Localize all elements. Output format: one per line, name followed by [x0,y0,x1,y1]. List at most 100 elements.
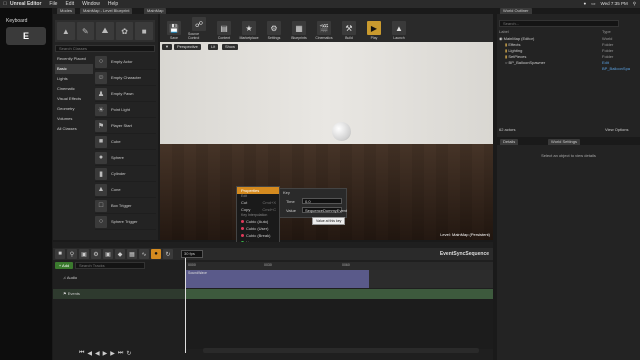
search-tracks-input[interactable]: Search Tracks [75,262,145,269]
sphere-actor[interactable] [332,122,351,141]
curve-icon[interactable]: ∿ [139,249,149,259]
save-icon[interactable]: ■ [55,249,65,259]
step-back-icon[interactable]: ◀ [87,350,92,357]
list-item[interactable]: ⚑ Player Start [95,118,156,134]
clock[interactable]: Wed 7:35 PM [601,1,628,7]
paint-mode-icon[interactable]: ✎ [76,22,95,40]
list-item[interactable]: ▮ Cylinder [95,166,156,182]
clapper-icon: 🎬 [317,21,331,35]
list-item[interactable]: ○ Empty Actor [95,54,156,70]
category-lights[interactable]: Lights [55,74,93,84]
track-audio[interactable]: ♫ Audio [53,273,186,283]
category-all-classes[interactable]: All Classes [55,124,93,134]
menu-help[interactable]: Help [108,1,118,7]
room-wall [160,42,493,144]
settings-button[interactable]: ⚙ Settings [263,21,285,40]
camera-icon[interactable]: ▣ [103,249,113,259]
cinematics-button[interactable]: 🎬 Cinematics [313,21,335,40]
foliage-mode-icon[interactable]: ✿ [115,22,134,40]
horizontal-scrollbar[interactable] [203,348,479,353]
details-empty-message: Select an object to view details [541,153,596,158]
place-mode-icon[interactable]: ▲ [57,22,75,40]
category-cinematic[interactable]: Cinematic [55,84,93,94]
playhead[interactable] [185,258,186,353]
list-item[interactable]: ☺ Empty Character [95,70,156,86]
menu-cut[interactable]: Cut Cmd+X [237,199,279,206]
geometry-mode-icon[interactable]: ■ [135,22,153,40]
search-classes-input[interactable]: Search Classes [55,45,155,52]
add-track-button[interactable]: + Add [55,262,73,269]
menu-properties[interactable]: Properties [237,187,279,194]
list-item[interactable]: ■ Cube [95,134,156,150]
step-forward-icon[interactable]: ▶ [110,350,115,357]
category-visual-effects[interactable]: Visual Effects [55,94,93,104]
build-button[interactable]: ⚒ Build [338,21,360,40]
category-volumes[interactable]: Volumes [55,114,93,124]
time-field[interactable]: 0.0 [302,198,342,204]
jump-end-icon[interactable]: ⏭ [118,350,123,357]
list-item[interactable]: ● Sphere [95,150,156,166]
loop-icon[interactable]: ↻ [163,249,173,259]
list-item[interactable]: ○ Sphere Trigger [95,214,156,230]
menu-window[interactable]: Window [82,1,100,7]
lit-button[interactable]: Lit [208,44,219,50]
category-recently-placed[interactable]: Recently Placed [55,54,93,64]
tab-level-blueprint[interactable]: MainMap - Level Blueprint [80,8,133,14]
loop-icon[interactable]: ↻ [126,350,131,357]
view-options-button[interactable]: View Options [605,127,639,133]
blueprints-button[interactable]: ▦ Blueprints [288,21,310,40]
details-panel: Select an object to view details [497,145,640,360]
battery-icon[interactable]: ▭ [591,1,595,7]
list-item[interactable]: ♟ Empty Pawn [95,86,156,102]
play-reverse-icon[interactable]: ◀ [95,350,100,357]
value-field[interactable]: SequenceDummyEvent [302,207,347,213]
menu-cubic-user[interactable]: Cubic (User) [237,225,279,232]
track-events[interactable]: ⚑ Events [53,289,186,299]
snap-icon[interactable]: ▦ [127,249,137,259]
category-basic[interactable]: Basic [55,64,93,74]
content-button[interactable]: ▤ Content [213,21,235,40]
modes-panel: ▲ ✎ ⛰ ✿ ■ Search Classes Recently Placed… [53,14,158,240]
search-icon[interactable]: ⚲ [633,1,636,7]
list-item[interactable]: ☀ Point Light [95,102,156,118]
list-item[interactable]: ▲ Cone [95,182,156,198]
fps-dropdown[interactable]: 30 fps [181,250,203,258]
play-button[interactable]: ▶ Play [363,21,385,40]
outliner-row[interactable]: ○ BP_BalloonSpawner Edit BP_BalloonSpa [499,60,638,71]
character-icon: ☺ [95,71,107,84]
menu-file[interactable]: File [49,1,57,7]
launch-button[interactable]: ▲ Launch [388,21,410,40]
menu-edit[interactable]: Edit [65,1,74,7]
jump-start-icon[interactable]: ⏮ [79,350,84,357]
find-icon[interactable]: ⚲ [67,249,77,259]
wifi-icon[interactable]: ● [584,1,587,7]
perspective-button[interactable]: Perspective [174,44,201,50]
list-item[interactable]: □ Box Trigger [95,198,156,214]
landscape-mode-icon[interactable]: ⛰ [96,22,114,40]
cylinder-icon: ▮ [95,167,107,180]
menu-copy[interactable]: Copy Cmd+C [237,206,279,213]
show-button[interactable]: Show [222,44,239,50]
marketplace-button[interactable]: ★ Marketplace [238,21,260,40]
time-ruler[interactable]: 0000 0030 0060 [186,262,493,270]
audio-clip[interactable]: SoundWave [186,270,369,288]
mac-menubar:  Unreal Editor File Edit Window Help ● … [0,0,640,8]
gear-icon[interactable]: ⚙ [91,249,101,259]
key-icon[interactable]: ◆ [115,249,125,259]
menu-cubic-break[interactable]: Cubic (Break) [237,232,279,239]
render-icon[interactable]: ▣ [79,249,89,259]
source-control-button[interactable]: ☍ Source Control [188,17,210,40]
events-lane[interactable] [186,289,493,299]
category-geometry[interactable]: Geometry [55,104,93,114]
empty-lanes [186,299,493,349]
audio-lane: SoundWave [186,270,493,288]
play-icon[interactable]: ▶ [103,350,108,357]
auto-key-icon[interactable]: ● [151,249,161,259]
outliner-search-input[interactable]: Search... [499,20,619,27]
menu-cubic-auto[interactable]: Cubic (Auto) [237,218,279,225]
save-button[interactable]: 💾 Save [163,21,185,40]
app-menu[interactable]: Unreal Editor [10,1,41,7]
cone-icon: ▲ [95,183,107,196]
viewport-options-button[interactable]: ▼ [162,44,172,50]
apple-icon[interactable]:  [0,1,10,7]
